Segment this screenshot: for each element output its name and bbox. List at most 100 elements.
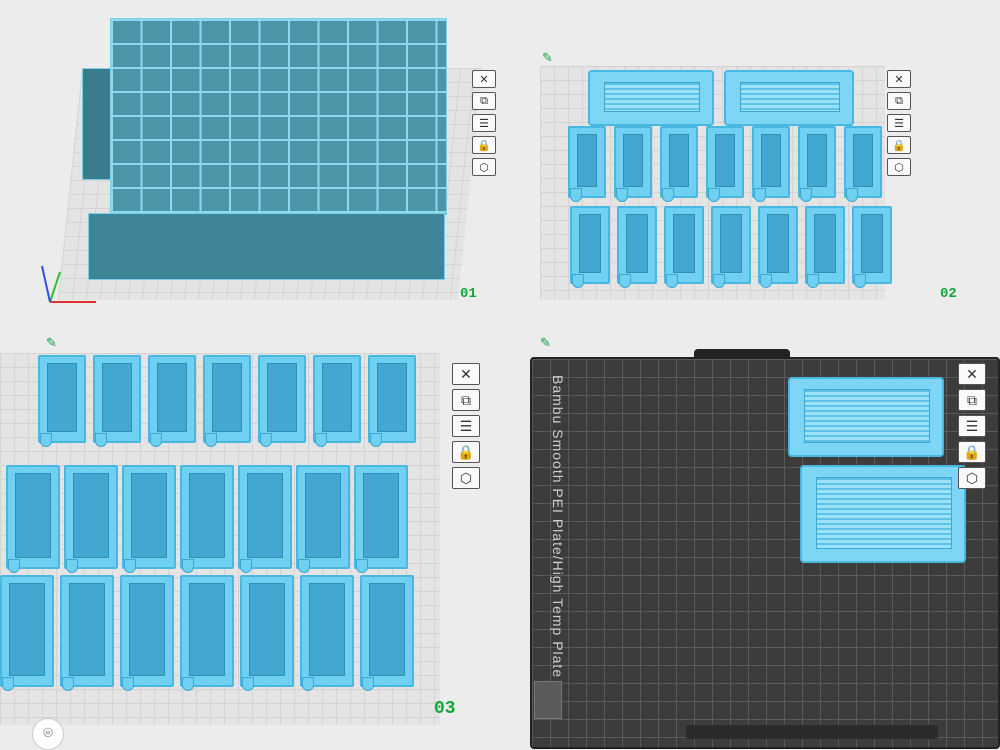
plate-04[interactable]: ✎ Bambu Smooth PEI Plate/High Temp Plate… <box>526 335 1000 750</box>
bin-model[interactable] <box>614 126 652 202</box>
edit-icon[interactable]: ✎ <box>540 335 551 351</box>
close-icon[interactable]: ✕ <box>887 70 911 88</box>
bin-foot <box>356 559 368 573</box>
bin-model[interactable] <box>360 575 414 691</box>
bin-model[interactable] <box>660 126 698 202</box>
bin-model[interactable] <box>568 126 606 202</box>
bin-model[interactable] <box>805 206 845 288</box>
bin-model[interactable] <box>296 465 350 573</box>
bin-model[interactable] <box>706 126 744 202</box>
bin-foot <box>846 188 858 202</box>
bin-foot <box>570 188 582 202</box>
bin-model[interactable] <box>238 465 292 573</box>
plate-02[interactable]: ✎ 02 ✕ ⧉ ☰ 🔒 ⬡ <box>530 0 1000 310</box>
bin-model[interactable] <box>300 575 354 691</box>
bin-model[interactable] <box>752 126 790 202</box>
bin-foot <box>662 188 674 202</box>
plate-01[interactable]: 01 ✕ ⧉ ☰ 🔒 ⬡ <box>0 0 500 310</box>
auto-orient-icon[interactable]: ⧉ <box>452 389 480 411</box>
tray[interactable] <box>800 465 966 563</box>
box-front <box>88 213 445 280</box>
bin-foot <box>713 274 725 288</box>
bin-model[interactable] <box>38 355 86 447</box>
bin-model[interactable] <box>664 206 704 288</box>
bed-type-label: Bambu Smooth PEI Plate/High Temp Plate <box>550 375 566 679</box>
bin-foot <box>66 559 78 573</box>
bin-model[interactable] <box>711 206 751 288</box>
bin-model[interactable] <box>180 465 234 573</box>
tray[interactable] <box>788 377 944 457</box>
bin-foot <box>242 677 254 691</box>
settings-icon[interactable]: ⬡ <box>958 467 986 489</box>
edit-icon[interactable]: ✎ <box>542 50 553 66</box>
bin-model[interactable] <box>313 355 361 447</box>
bin-model[interactable] <box>798 126 836 202</box>
bin-model[interactable] <box>617 206 657 288</box>
lock-icon[interactable]: 🔒 <box>887 136 911 154</box>
bin-foot <box>8 559 20 573</box>
bin-model[interactable] <box>844 126 882 202</box>
settings-icon[interactable]: ⬡ <box>452 467 480 489</box>
bin-foot <box>315 433 327 447</box>
arrange-icon[interactable]: ☰ <box>472 114 496 132</box>
plate-toolbar: ✕ ⧉ ☰ 🔒 ⬡ <box>472 70 496 176</box>
settings-icon[interactable]: ⬡ <box>887 158 911 176</box>
lock-icon[interactable]: 🔒 <box>452 441 480 463</box>
auto-orient-icon[interactable]: ⧉ <box>472 92 496 110</box>
bed-info-strip <box>686 725 938 739</box>
bin-foot <box>124 559 136 573</box>
bin-foot <box>122 677 134 691</box>
bin-model[interactable] <box>148 355 196 447</box>
bin-model[interactable] <box>852 206 892 288</box>
bin-foot <box>182 677 194 691</box>
bin-foot <box>754 188 766 202</box>
settings-icon[interactable]: ⬡ <box>472 158 496 176</box>
bin-model[interactable] <box>93 355 141 447</box>
bin-foot <box>572 274 584 288</box>
view-reset-icon[interactable]: ⌾ <box>32 718 64 750</box>
bin-foot <box>616 188 628 202</box>
bin-foot <box>2 677 14 691</box>
edit-icon[interactable]: ✎ <box>46 335 57 351</box>
bin-model[interactable] <box>6 465 60 573</box>
bin-foot <box>95 433 107 447</box>
bin-foot <box>854 274 866 288</box>
lock-icon[interactable]: 🔒 <box>472 136 496 154</box>
bin-foot <box>619 274 631 288</box>
bin-model[interactable] <box>203 355 251 447</box>
auto-orient-icon[interactable]: ⧉ <box>887 92 911 110</box>
axis-gizmo <box>41 265 96 303</box>
bin-model[interactable] <box>368 355 416 447</box>
plate-toolbar: ✕ ⧉ ☰ 🔒 ⬡ <box>887 70 911 176</box>
arrange-icon[interactable]: ☰ <box>887 114 911 132</box>
bin-model[interactable] <box>0 575 54 691</box>
plate-03[interactable]: ✎ 03 ✕ ⧉ ☰ 🔒 ⬡ <box>0 335 500 750</box>
bin-foot <box>760 274 772 288</box>
bin-model[interactable] <box>240 575 294 691</box>
auto-orient-icon[interactable]: ⧉ <box>958 389 986 411</box>
bin-model[interactable] <box>122 465 176 573</box>
bin-model[interactable] <box>258 355 306 447</box>
bin-model[interactable] <box>120 575 174 691</box>
bin-foot <box>362 677 374 691</box>
close-icon[interactable]: ✕ <box>958 363 986 385</box>
arrange-icon[interactable]: ☰ <box>958 415 986 437</box>
bin-model[interactable] <box>180 575 234 691</box>
close-icon[interactable]: ✕ <box>472 70 496 88</box>
bin-model[interactable] <box>60 575 114 691</box>
bin-foot <box>182 559 194 573</box>
arrange-icon[interactable]: ☰ <box>452 415 480 437</box>
plate-number: 02 <box>940 286 957 302</box>
plate-number: 01 <box>460 286 477 302</box>
close-icon[interactable]: ✕ <box>452 363 480 385</box>
bin-model[interactable] <box>758 206 798 288</box>
lock-icon[interactable]: 🔒 <box>958 441 986 463</box>
box-grid-top <box>110 18 447 215</box>
bin-model[interactable] <box>354 465 408 573</box>
tray[interactable] <box>724 70 854 126</box>
bin-foot <box>62 677 74 691</box>
bin-model[interactable] <box>64 465 118 573</box>
bin-model[interactable] <box>570 206 610 288</box>
bin-foot <box>807 274 819 288</box>
tray[interactable] <box>588 70 714 126</box>
